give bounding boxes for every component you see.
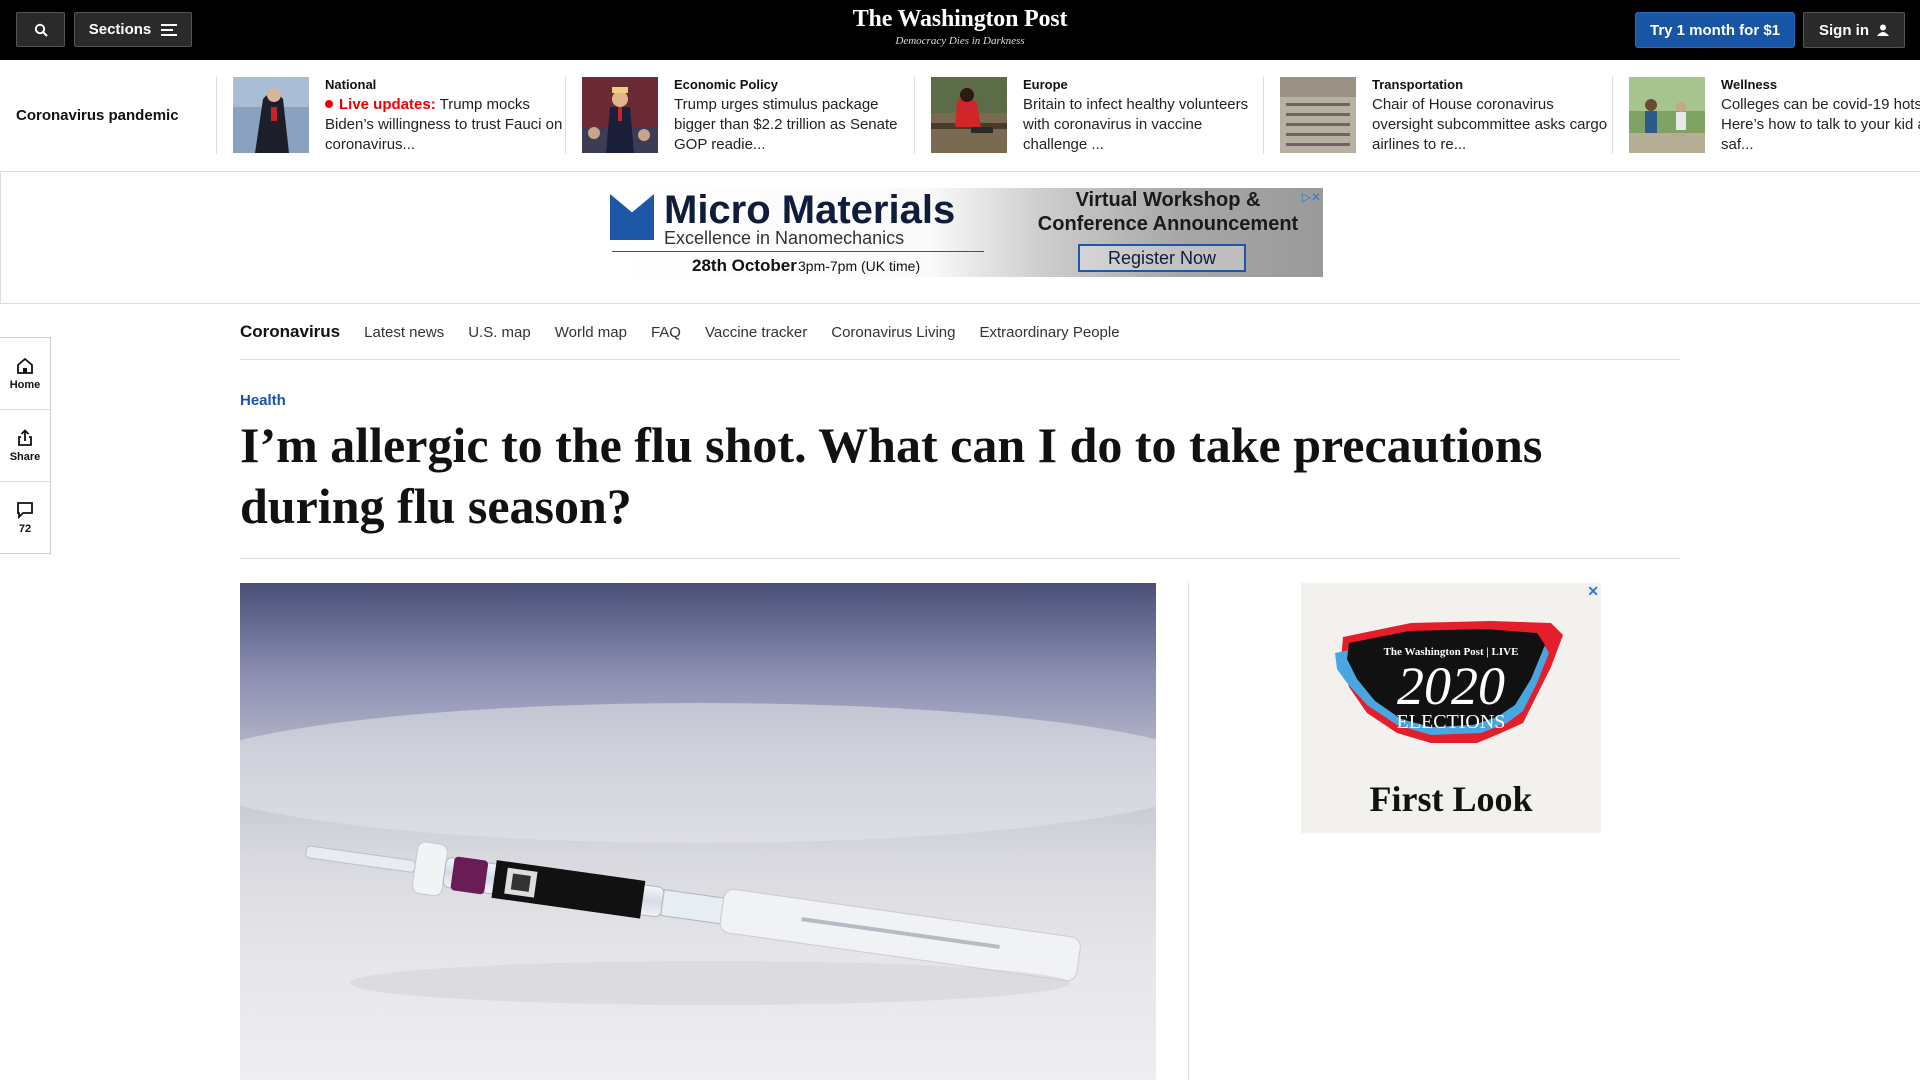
story-strip: Coronavirus pandemic National Live updat… — [0, 60, 1920, 172]
story-headline[interactable]: Live updates: Trump mocks Biden’s willin… — [325, 95, 565, 155]
rail-home-button[interactable]: Home — [0, 338, 50, 410]
elections-ad[interactable]: ✕ The Washington Post | LIVE 2020 ELECTI… — [1301, 583, 1601, 833]
sign-in-button[interactable]: Sign in — [1803, 12, 1905, 48]
search-button[interactable] — [16, 12, 65, 47]
section-nav-link[interactable]: U.S. map — [468, 324, 531, 341]
story-category: Economic Policy — [674, 77, 779, 92]
top-navigation-bar: Sections The Washington Post Democracy D… — [0, 0, 1920, 60]
left-action-rail: Home Share 72 — [0, 337, 51, 554]
story-card[interactable]: Wellness Colleges can be covid-19 hotspo… — [1629, 77, 1920, 153]
strip-title[interactable]: Coronavirus pandemic — [16, 107, 179, 124]
ad-register-button[interactable]: Register Now — [1078, 244, 1246, 272]
rail-home-label: Home — [9, 378, 41, 391]
headline-divider — [240, 558, 1680, 559]
story-thumbnail[interactable] — [233, 77, 309, 153]
home-icon — [17, 357, 33, 374]
sign-in-label: Sign in — [1819, 21, 1869, 39]
ad-headline: Virtual Workshop & Conference Announceme… — [1037, 189, 1299, 235]
strip-divider — [216, 76, 217, 154]
story-thumbnail[interactable] — [1629, 77, 1705, 153]
rail-comments-button[interactable]: 72 — [0, 482, 50, 554]
ad-subtitle: Excellence in Nanomechanics — [664, 228, 905, 248]
ad-brand: Micro Materials — [664, 188, 956, 232]
story-headline[interactable]: Colleges can be covid-19 hotspots. Here’… — [1721, 95, 1920, 155]
story-category: National — [325, 77, 377, 92]
search-icon — [34, 23, 48, 37]
comment-icon — [17, 502, 33, 519]
story-card[interactable]: National Live updates: Trump mocks Biden… — [233, 77, 563, 153]
menu-icon — [161, 23, 178, 36]
ad-date: 28th October — [692, 256, 797, 275]
live-updates-label: Live updates: — [325, 96, 436, 113]
share-icon — [18, 428, 32, 446]
user-icon — [1877, 24, 1889, 36]
section-nav-link[interactable]: Coronavirus Living — [831, 324, 955, 341]
story-headline[interactable]: Trump urges stimulus package bigger than… — [674, 95, 914, 155]
ad-elections-label: ELECTIONS — [1396, 711, 1506, 733]
strip-divider — [914, 76, 915, 154]
micro-materials-logo — [610, 194, 654, 240]
section-navigation: Coronavirus Latest news U.S. map World m… — [240, 305, 1680, 360]
sections-label: Sections — [88, 21, 152, 38]
adchoices-close-icon[interactable]: ▷✕ — [1302, 190, 1321, 204]
article-headline: I’m allergic to the flu shot. What can I… — [240, 417, 1543, 534]
subscribe-button[interactable]: Try 1 month for $1 — [1635, 12, 1795, 48]
story-category: Wellness — [1721, 77, 1778, 92]
ad-time: 3pm-7pm (UK time) — [798, 258, 921, 274]
article-kicker[interactable]: Health — [240, 392, 286, 409]
site-logo[interactable]: The Washington Post — [760, 6, 1160, 33]
ad-divider — [612, 251, 984, 252]
strip-divider — [565, 76, 566, 154]
story-thumbnail[interactable] — [931, 77, 1007, 153]
article-lead-photo — [240, 583, 1156, 1080]
ad-year: 2020 — [1397, 656, 1505, 716]
section-nav-link[interactable]: Vaccine tracker — [705, 324, 807, 341]
section-nav-link[interactable]: World map — [555, 324, 627, 341]
ad-first-look: First Look — [1369, 779, 1533, 819]
story-thumbnail[interactable] — [582, 77, 658, 153]
ad-close-icon[interactable]: ✕ — [1587, 583, 1599, 600]
comment-count: 72 — [18, 523, 32, 535]
masthead[interactable]: The Washington Post Democracy Dies in Da… — [760, 6, 1160, 47]
story-card[interactable]: Economic Policy Trump urges stimulus pac… — [582, 77, 912, 153]
rail-share-label: Share — [9, 450, 41, 463]
section-nav-active[interactable]: Coronavirus — [240, 322, 340, 342]
story-category: Europe — [1023, 77, 1068, 92]
strip-divider — [1612, 76, 1613, 154]
live-dot-icon — [325, 100, 333, 108]
story-card[interactable]: Transportation Chair of House coronaviru… — [1280, 77, 1610, 153]
column-divider — [1188, 583, 1189, 1080]
syringe-image — [240, 703, 1156, 1005]
section-nav-link[interactable]: Latest news — [364, 324, 444, 341]
story-category: Transportation — [1372, 77, 1464, 92]
section-nav-link[interactable]: Extraordinary People — [979, 324, 1119, 341]
strip-divider — [1263, 76, 1264, 154]
story-thumbnail[interactable] — [1280, 77, 1356, 153]
section-nav-link[interactable]: FAQ — [651, 324, 681, 341]
rail-share-button[interactable]: Share — [0, 410, 50, 482]
story-headline[interactable]: Chair of House coronavirus oversight sub… — [1372, 95, 1612, 155]
micro-materials-ad[interactable]: Micro Materials Excellence in Nanomechan… — [608, 188, 1323, 277]
story-headline[interactable]: Britain to infect healthy volunteers wit… — [1023, 95, 1263, 155]
story-card[interactable]: Europe Britain to infect healthy volunte… — [931, 77, 1261, 153]
sections-button[interactable]: Sections — [74, 12, 192, 47]
site-tagline: Democracy Dies in Darkness — [895, 35, 1025, 47]
